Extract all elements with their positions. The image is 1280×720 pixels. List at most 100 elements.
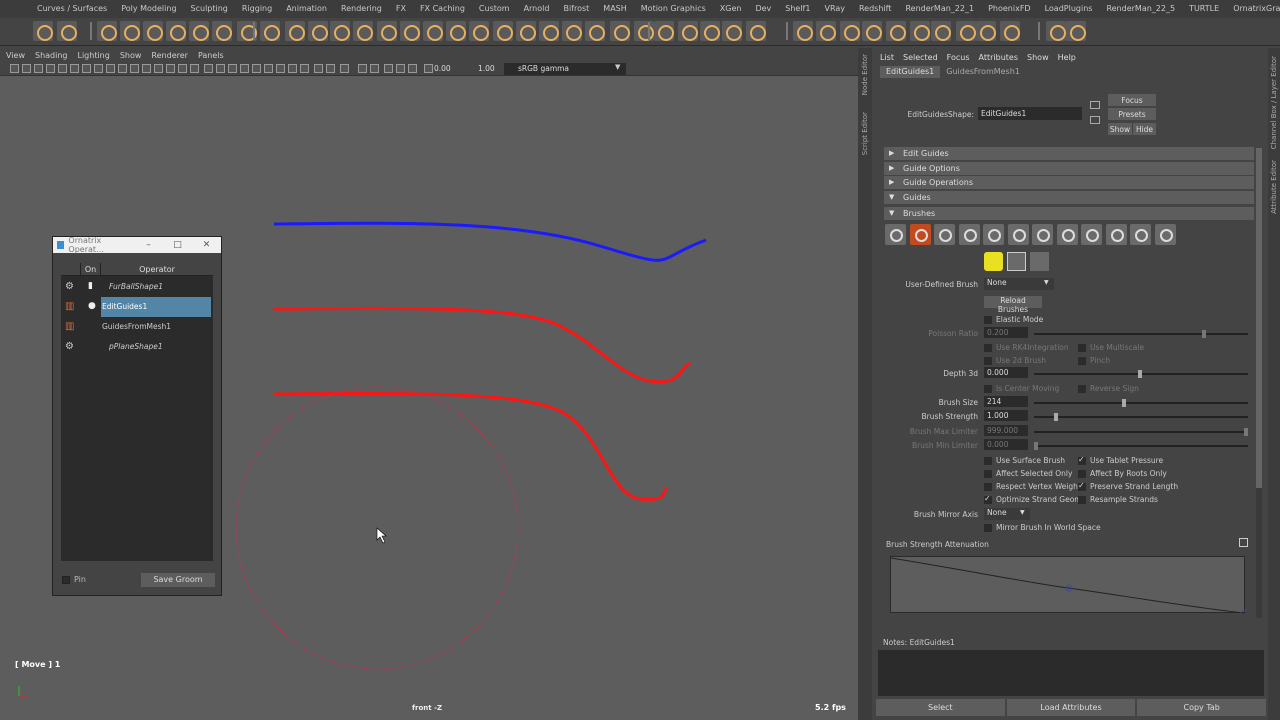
brush-tool-icon[interactable]	[1056, 224, 1078, 245]
shelf-tool-icon[interactable]	[143, 21, 163, 41]
shelf-tab-vray[interactable]: VRay	[817, 0, 852, 18]
brush-max-limiter-slider[interactable]	[1034, 428, 1248, 436]
go-to-output-icon[interactable]	[1090, 116, 1100, 124]
brush-tool-icon[interactable]	[909, 224, 931, 245]
shape-name-field[interactable]	[978, 107, 1082, 120]
viewport-menu-show[interactable]: Show	[120, 51, 142, 60]
shelf-tool-icon[interactable]	[700, 21, 720, 41]
attenuation-curve-graph[interactable]	[890, 556, 1248, 617]
hide-button[interactable]: Hide	[1133, 123, 1156, 135]
ae-menu-attributes[interactable]: Attributes	[979, 53, 1019, 62]
brush-tool-icon[interactable]	[1105, 224, 1127, 245]
shelf-tab-xgen[interactable]: XGen	[713, 0, 749, 18]
operator-row[interactable]: ⚙ pPlaneShape1	[61, 337, 213, 357]
shelf-tool-icon[interactable]	[330, 21, 350, 41]
shelf-tab-redshift[interactable]: Redshift	[852, 0, 898, 18]
viewport-tool-icon[interactable]	[10, 64, 19, 73]
shelf-tool-icon[interactable]	[976, 21, 996, 41]
viewport-menu-lighting[interactable]: Lighting	[77, 51, 109, 60]
shelf-tool-icon[interactable]	[840, 21, 860, 41]
copy-tab-icon[interactable]	[1090, 101, 1100, 109]
pin-checkbox[interactable]: Pin	[62, 575, 86, 584]
brush-tool-icon[interactable]	[983, 224, 1004, 245]
operator-on-toggle[interactable]: ▮	[88, 281, 93, 291]
shelf-tool-icon[interactable]	[400, 21, 420, 41]
ornatrix-operator-window[interactable]: Ornatrix Operat... – □ ✕ On Operator ⚙ ▮ F…	[52, 236, 222, 596]
script-editor-tab[interactable]: Script Editor	[861, 112, 869, 155]
use-multiscale-checkbox[interactable]: Use Multiscale	[1078, 343, 1144, 352]
shelf-tool-icon[interactable]	[634, 21, 654, 41]
shelf-tool-icon[interactable]	[956, 21, 976, 41]
shelf-tool-icon[interactable]	[308, 21, 328, 41]
user-defined-brush-dropdown[interactable]: None ▼	[984, 278, 1054, 290]
elastic-mode-checkbox[interactable]: Elastic Mode	[984, 315, 1043, 324]
shelf-tab-mash[interactable]: MASH	[596, 0, 633, 18]
shelf-tool-icon[interactable]	[910, 21, 930, 41]
shelf-tool-icon[interactable]	[610, 21, 630, 41]
shelf-tool-icon[interactable]	[678, 21, 698, 41]
shelf-tab-phoenixfd[interactable]: PhoenixFD	[981, 0, 1038, 18]
section-guide-operations[interactable]: ▶ Guide Operations	[884, 176, 1254, 189]
mirror-world-space-checkbox[interactable]: Mirror Brush In World Space	[984, 523, 1101, 532]
select-brush-icon[interactable]	[1007, 252, 1026, 271]
shelf-tool-icon[interactable]	[931, 21, 951, 41]
shelf-tool-icon[interactable]	[493, 21, 513, 41]
brush-min-limiter-field[interactable]	[984, 439, 1028, 450]
viewport-tool-icon[interactable]	[288, 64, 297, 73]
operator-row[interactable]: ▥ GuidesFromMesh1	[61, 317, 213, 337]
operator-row[interactable]: ⚙ ▮ FurBallShape1	[61, 277, 213, 297]
viewport-tool-icon[interactable]	[408, 64, 417, 73]
select-button[interactable]: Select	[876, 699, 1005, 716]
brush-size-slider[interactable]	[1034, 399, 1248, 407]
shelf-tool-icon[interactable]	[33, 21, 53, 41]
shelf-tool-icon[interactable]	[260, 21, 280, 41]
is-center-moving-checkbox[interactable]: Is Center Moving	[984, 384, 1059, 393]
viewport-tool-icon[interactable]	[142, 64, 151, 73]
viewport-menu-panels[interactable]: Panels	[198, 51, 224, 60]
poisson-ratio-field[interactable]	[984, 327, 1028, 338]
viewport-menu-renderer[interactable]: Renderer	[151, 51, 188, 60]
viewport-tool-icon[interactable]	[252, 64, 261, 73]
brush-max-limiter-field[interactable]	[984, 425, 1028, 436]
viewport-tool-icon[interactable]	[384, 64, 393, 73]
viewport-tool-icon[interactable]	[118, 64, 127, 73]
viewport-tool-icon[interactable]	[264, 64, 273, 73]
viewport-tool-icon[interactable]	[106, 64, 115, 73]
viewport-menu-shading[interactable]: Shading	[35, 51, 68, 60]
operator-window-titlebar[interactable]: Ornatrix Operat... – □ ✕	[53, 236, 221, 254]
attribute-editor-tab[interactable]: Attribute Editor	[1270, 160, 1278, 214]
shelf-tool-icon[interactable]	[469, 21, 489, 41]
viewport-tool-icon[interactable]	[204, 64, 213, 73]
reverse-sign-checkbox[interactable]: Reverse Sign	[1078, 384, 1139, 393]
shelf-tab-renderman-22-1[interactable]: RenderMan_22_1	[898, 0, 981, 18]
depth3d-slider[interactable]	[1034, 370, 1248, 378]
brush-tool-icon[interactable]	[1032, 224, 1053, 245]
shelf-tab-renderman-22-5[interactable]: RenderMan_22_5	[1099, 0, 1182, 18]
ae-menu-show[interactable]: Show	[1027, 53, 1049, 62]
color-space-dropdown[interactable]: sRGB gamma ▼	[504, 63, 626, 75]
viewport-tool-icon[interactable]	[178, 64, 187, 73]
respect-vertex-weights-checkbox[interactable]: Respect Vertex Weights	[984, 482, 1085, 491]
shelf-tab-dev[interactable]: Dev	[748, 0, 778, 18]
viewport-tool-icon[interactable]	[34, 64, 43, 73]
shelf-tool-icon[interactable]	[722, 21, 742, 41]
shelf-tool-icon[interactable]	[285, 21, 305, 41]
viewport-tool-icon[interactable]	[166, 64, 175, 73]
use-surface-brush-checkbox[interactable]: Use Surface Brush	[984, 456, 1065, 465]
shelf-tool-icon[interactable]	[793, 21, 813, 41]
shelf-tab-rendering[interactable]: Rendering	[334, 0, 389, 18]
shelf-tool-icon[interactable]	[562, 21, 582, 41]
brush-tool-icon[interactable]	[885, 224, 906, 245]
brush-tool-icon[interactable]	[1081, 224, 1102, 245]
brush-min-limiter-slider[interactable]	[1034, 442, 1248, 450]
column-on[interactable]: On	[81, 263, 101, 275]
brush-size-field[interactable]	[984, 396, 1028, 407]
shelf-tool-icon[interactable]	[516, 21, 536, 41]
viewport-tool-icon[interactable]	[370, 64, 379, 73]
viewport-tool-icon[interactable]	[46, 64, 55, 73]
shelf-tab-loadplugins[interactable]: LoadPlugins	[1038, 0, 1100, 18]
brush-tool-icon[interactable]	[1154, 224, 1176, 245]
shelf-tool-icon[interactable]	[212, 21, 232, 41]
ae-menu-help[interactable]: Help	[1058, 53, 1076, 62]
ae-menu-focus[interactable]: Focus	[947, 53, 970, 62]
